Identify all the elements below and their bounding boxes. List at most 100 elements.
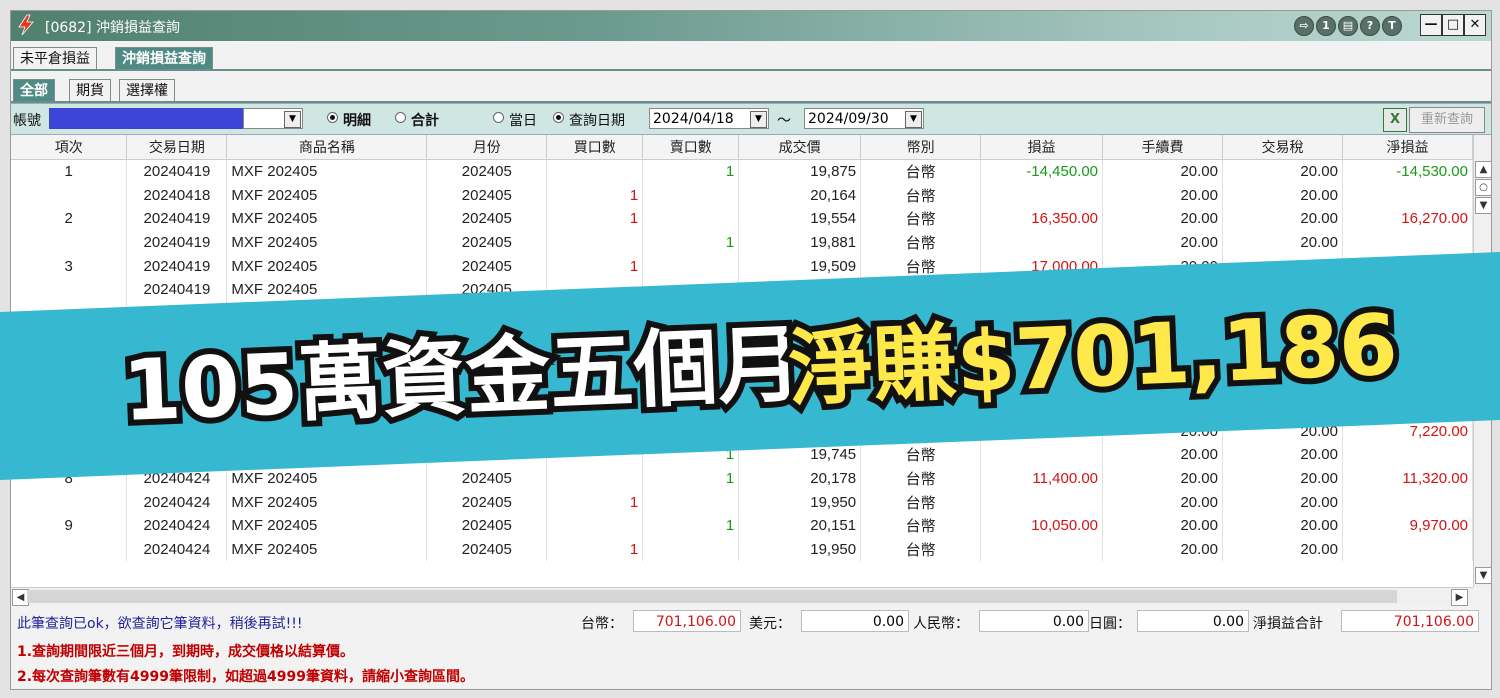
radio-query-date[interactable] — [553, 112, 564, 123]
column-header[interactable]: 項次 — [11, 135, 128, 160]
table-cell — [738, 301, 862, 326]
column-header[interactable]: 月份 — [426, 135, 548, 160]
tab-options[interactable]: 選擇權 — [119, 79, 175, 101]
table-row[interactable]: 20.00 20.00 — [11, 395, 1473, 420]
table-cell — [126, 419, 228, 444]
radio-today-label[interactable]: 當日 — [509, 110, 537, 130]
column-header[interactable]: 賣口數 — [642, 135, 740, 160]
table-cell — [1102, 277, 1223, 302]
table-row[interactable]: 20240419 MXF 202405 202405 — [11, 277, 1473, 302]
date-from-value: 2024/04/18 — [653, 111, 734, 127]
table-cell — [1342, 490, 1473, 514]
table-row[interactable]: 3 20240419 MXF 202405 202405 1 19,509 台幣 17,000… — [11, 254, 1473, 278]
date-to-value: 2024/09/30 — [808, 111, 889, 127]
tab-open-position-pnl[interactable]: 未平倉損益 — [13, 47, 97, 69]
radio-query-date-label[interactable]: 查詢日期 — [569, 110, 625, 130]
table-cell: 20240419 — [126, 159, 228, 184]
horizontal-scrollbar[interactable]: ◀ ▶ — [11, 587, 1473, 606]
scroll-right-icon[interactable]: ▶ — [1451, 589, 1468, 606]
help-icon[interactable]: ? — [1360, 16, 1380, 36]
close-button[interactable]: ✕ — [1464, 14, 1486, 36]
topmost-icon[interactable]: T — [1382, 16, 1402, 36]
scroll-thumb-icon[interactable]: ○ — [1475, 179, 1491, 196]
maximize-button[interactable]: □ — [1442, 14, 1464, 36]
date-from-field[interactable]: 2024/04/18 ▼ — [649, 108, 769, 129]
tab-futures[interactable]: 期貨 — [69, 79, 111, 101]
tab-all[interactable]: 全部 — [13, 79, 55, 101]
table-row[interactable] — [11, 325, 1473, 349]
table-cell — [11, 443, 128, 467]
table-cell: 台幣 — [860, 513, 982, 538]
table-cell — [860, 325, 982, 349]
table-cell: 16,270.00 — [1342, 207, 1473, 231]
table-row[interactable] — [11, 348, 1473, 373]
horizontal-scroll-thumb[interactable] — [27, 590, 1397, 603]
table-row[interactable]: 20240419 MXF 202405 202405 1 19,745 台幣 20.00 20… — [11, 443, 1473, 467]
table-cell: 20,178 — [738, 466, 862, 491]
table-cell — [980, 443, 1104, 467]
column-header[interactable]: 手續費 — [1102, 135, 1223, 160]
column-header[interactable]: 交易稅 — [1222, 135, 1343, 160]
column-header[interactable]: 淨損益 — [1342, 135, 1473, 160]
account-dropdown[interactable]: ▼ — [243, 108, 303, 129]
account-input[interactable] — [49, 108, 243, 129]
table-row[interactable]: 20240424 MXF 202405 202405 1 19,950 台幣 20.00 20… — [11, 537, 1473, 562]
table-cell — [642, 537, 740, 562]
tab-closed-pnl-query[interactable]: 沖銷損益查詢 — [115, 47, 213, 69]
table-row[interactable]: 9 20240424 MXF 202405 202405 1 20,151 台幣 10,050… — [11, 513, 1473, 538]
table-cell: 16,350.00 — [980, 207, 1104, 231]
print-icon[interactable]: ▤ — [1338, 16, 1358, 36]
table-row[interactable]: 1 19,599 台幣 7,300.00 20.00 20.00 7,220.00 — [11, 419, 1473, 444]
export-icon[interactable]: ⇨ — [1294, 16, 1314, 36]
table-row[interactable]: 8 20240424 MXF 202405 202405 1 20,178 台幣 11,400… — [11, 466, 1473, 491]
chevron-down-icon[interactable]: ▼ — [750, 111, 767, 128]
chevron-down-icon[interactable]: ▼ — [284, 111, 301, 128]
radio-detail-label[interactable]: 明細 — [343, 110, 371, 130]
table-cell — [980, 348, 1104, 373]
chevron-down-icon[interactable]: ▼ — [905, 111, 922, 128]
table-cell: 8 — [11, 466, 128, 491]
column-header[interactable]: 交易日期 — [126, 135, 228, 160]
query-toolbar: 帳號 ▼ 明細 合計 當日 查詢日期 2024/04/18 ▼ ～ 2024/0… — [11, 103, 1491, 135]
table-cell — [1342, 254, 1473, 278]
column-header[interactable]: 成交價 — [738, 135, 862, 160]
radio-total-label[interactable]: 合計 — [411, 110, 439, 130]
table-cell: 1 — [546, 537, 644, 562]
info-icon[interactable]: 1 — [1316, 16, 1336, 36]
table-row[interactable] — [11, 301, 1473, 326]
radio-detail[interactable] — [327, 112, 338, 123]
column-header[interactable]: 幣別 — [860, 135, 982, 160]
excel-export-icon[interactable]: X — [1383, 108, 1407, 132]
column-header[interactable]: 損益 — [980, 135, 1104, 160]
table-cell: MXF 202405 — [226, 513, 428, 538]
table-cell — [860, 277, 982, 302]
table-row[interactable]: 20240424 MXF 202405 202405 1 19,950 台幣 20.00 20… — [11, 490, 1473, 514]
column-header[interactable]: 買口數 — [546, 135, 644, 160]
refresh-query-button[interactable]: 重新查詢 — [1409, 107, 1485, 133]
window-title: [0682] 沖銷損益查詢 — [45, 20, 181, 36]
table-cell: 9 — [11, 513, 128, 538]
date-to-field[interactable]: 2024/09/30 ▼ — [804, 108, 924, 129]
table-cell: 11,400.00 — [980, 466, 1104, 491]
table-cell: 台幣 — [860, 207, 982, 231]
table-row[interactable]: 20240418 MXF 202405 202405 1 20,164 台幣 20.00 20… — [11, 183, 1473, 208]
scroll-bottom-icon[interactable]: ▼ — [1475, 567, 1491, 584]
table-cell: 202405 — [426, 466, 548, 491]
table-row[interactable]: 20240419 MXF 202405 202405 1 19,881 台幣 20.00 20… — [11, 230, 1473, 255]
table-cell: 1 — [546, 419, 644, 444]
scroll-down-icon[interactable]: ▼ — [1475, 197, 1491, 214]
column-header[interactable]: 商品名稱 — [226, 135, 428, 160]
table-cell — [738, 277, 862, 302]
table-row[interactable]: 1 20240419 MXF 202405 202405 1 19,875 台幣 -14,45… — [11, 159, 1473, 184]
minimize-button[interactable]: — — [1420, 14, 1442, 36]
radio-today[interactable] — [493, 112, 504, 123]
table-cell — [642, 207, 740, 231]
scroll-up-icon[interactable]: ▲ — [1475, 161, 1491, 178]
net-total: 701,106.00 — [1341, 610, 1479, 632]
table-cell: 20.00 — [1102, 443, 1223, 467]
table-row[interactable]: 2 20240419 MXF 202405 202405 1 19,554 台幣 16,350… — [11, 207, 1473, 231]
table-cell: 19,881 — [738, 230, 862, 255]
table-row[interactable] — [11, 372, 1473, 396]
radio-total[interactable] — [395, 112, 406, 123]
vertical-scrollbar[interactable]: ▲ ○ ▼ ▼ — [1473, 135, 1491, 587]
